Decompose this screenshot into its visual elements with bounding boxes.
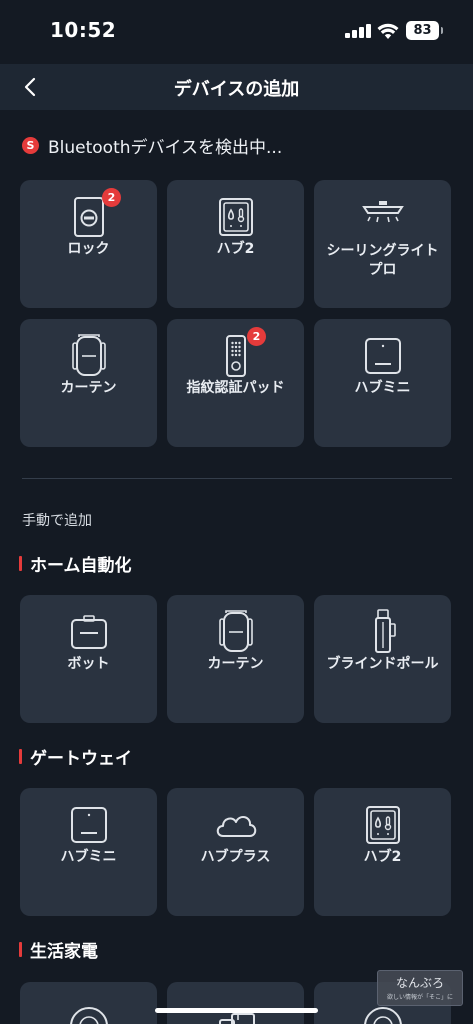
device-label: ハブプラス: [200, 849, 271, 865]
notification-badge: 2: [102, 188, 121, 207]
device-card-appliance[interactable]: [167, 982, 304, 1024]
curtain-icon: [218, 610, 253, 652]
section-accent-bar: [19, 555, 22, 571]
watermark-title: なんぶろ: [395, 976, 444, 990]
section-accent-bar: [19, 941, 22, 957]
curtain-icon: [71, 334, 106, 376]
section-title: ゲートウェイ: [30, 748, 132, 769]
device-label: カーテン: [207, 656, 264, 672]
device-label: シーリングライト プロ: [326, 243, 439, 278]
device-card-hub-plus[interactable]: ハブプラス: [167, 788, 304, 916]
device-label: ボット: [67, 656, 110, 672]
status-time: 10:52: [50, 18, 117, 42]
watermark-subtitle: 欲しい情報が「そこ」に: [386, 994, 453, 1001]
hub-mini-icon: [70, 807, 107, 843]
cellular-signal-icon: [345, 24, 371, 38]
device-card-lock[interactable]: ロック 2: [20, 180, 157, 308]
cloud-icon: [216, 816, 256, 837]
bluetooth-scan-status: S Bluetoothデバイスを検出中...: [22, 134, 283, 158]
device-card-curtain[interactable]: カーテン: [20, 319, 157, 447]
status-bar: 10:52 83: [0, 0, 473, 64]
battery-indicator: 83: [406, 21, 443, 40]
watermark-logo: なんぶろ 欲しい情報が「そこ」に: [377, 970, 463, 1006]
device-label: ハブミニ: [354, 380, 411, 396]
page-title: デバイスの追加: [173, 79, 300, 100]
scan-status-text: Bluetoothデバイスを検出中...: [48, 137, 283, 158]
device-label: 指紋認証パッド: [186, 380, 285, 396]
section-header-gateway: ゲートウェイ: [19, 745, 132, 769]
section-header-home-automation: ホーム自動化: [19, 552, 132, 576]
blind-pole-icon: [374, 609, 396, 653]
device-label: ロック: [67, 241, 110, 257]
device-label: カーテン: [60, 380, 117, 396]
device-card-bot[interactable]: ボット: [20, 595, 157, 723]
device-card-hub-mini[interactable]: ハブミニ: [314, 319, 451, 447]
hub2-icon: [218, 198, 253, 236]
device-card-ceiling-light[interactable]: シーリングライト プロ: [314, 180, 451, 308]
manual-add-label: 手動で追加: [22, 513, 92, 529]
device-card-hub2[interactable]: ハブ2: [314, 788, 451, 916]
wifi-icon: [377, 23, 399, 39]
device-card-blind-pole[interactable]: ブラインドポール: [314, 595, 451, 723]
notification-badge: 2: [247, 327, 266, 346]
section-header-appliances: 生活家電: [19, 938, 98, 962]
nav-bar: デバイスの追加: [0, 64, 473, 110]
device-label: ハブ2: [216, 241, 255, 257]
section-accent-bar: [19, 748, 22, 764]
section-divider: [22, 478, 452, 479]
hub-mini-icon: [364, 338, 401, 374]
hub2-icon: [365, 806, 400, 844]
section-title: ホーム自動化: [30, 555, 132, 576]
device-label: ハブ2: [363, 849, 402, 865]
bot-icon: [70, 615, 107, 649]
section-title: 生活家電: [30, 941, 98, 962]
device-label: ハブミニ: [60, 849, 117, 865]
device-card-hub2[interactable]: ハブ2: [167, 180, 304, 308]
ceiling-light-icon: [361, 201, 404, 223]
device-card-curtain[interactable]: カーテン: [167, 595, 304, 723]
keypad-icon: [225, 335, 246, 377]
device-card-hub-mini[interactable]: ハブミニ: [20, 788, 157, 916]
device-label: ブラインドポール: [326, 656, 439, 672]
switchbot-logo-icon: S: [22, 136, 39, 154]
device-card-robot-vacuum[interactable]: [20, 982, 157, 1024]
device-card-keypad[interactable]: 指紋認証パッド 2: [167, 319, 304, 447]
robot-vacuum-icon: [69, 1007, 108, 1024]
home-indicator[interactable]: [155, 1008, 318, 1013]
